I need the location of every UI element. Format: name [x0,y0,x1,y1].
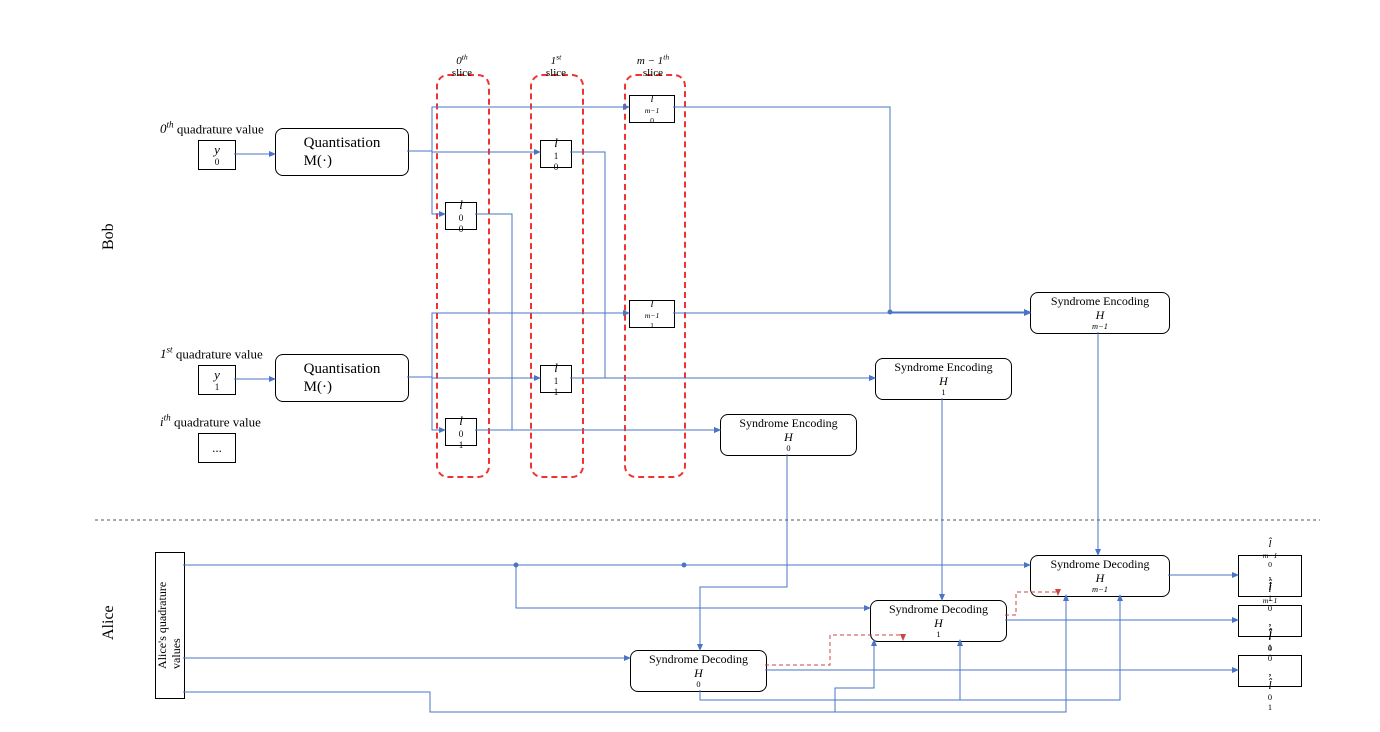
connectors [0,0,1380,732]
